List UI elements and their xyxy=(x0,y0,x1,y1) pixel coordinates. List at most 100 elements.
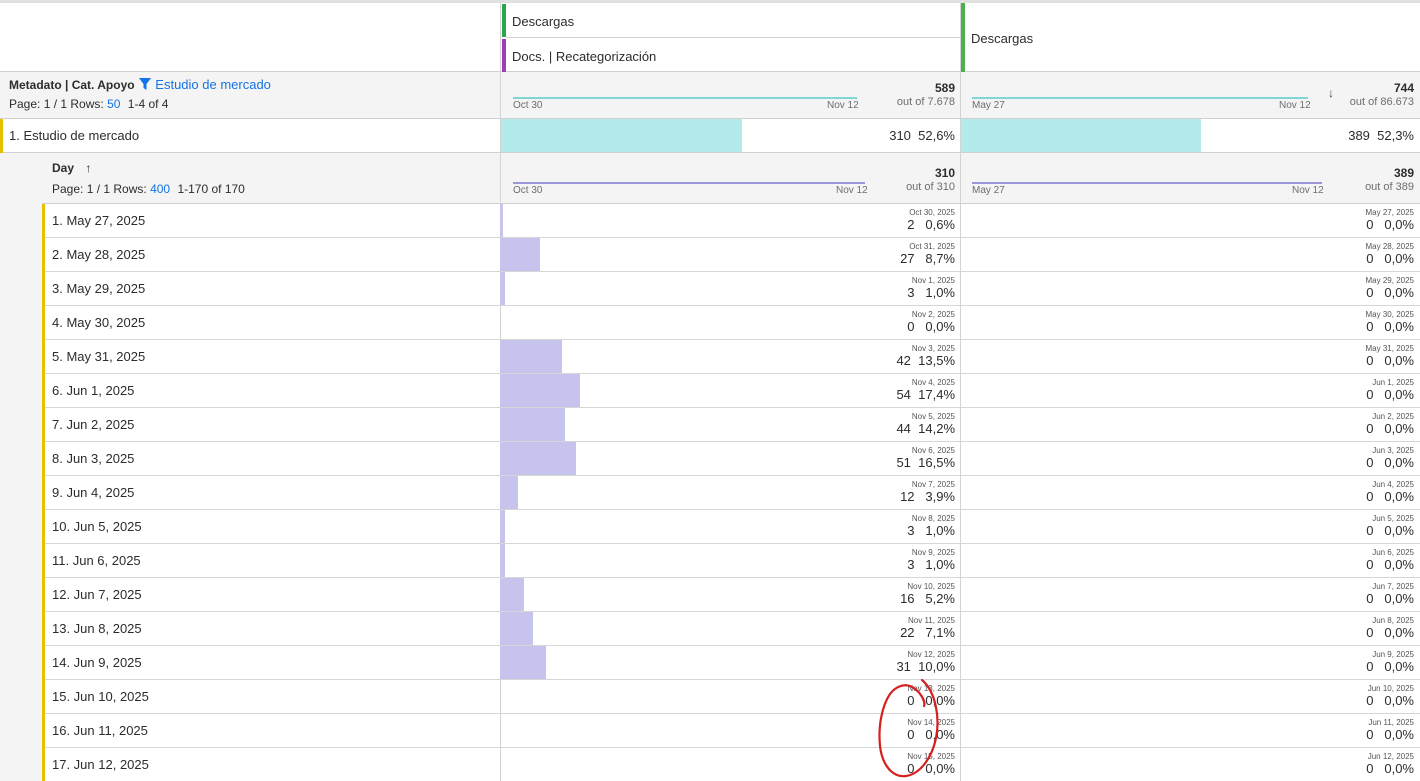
column-divider xyxy=(960,476,961,510)
cell-value: 0 0,0% xyxy=(1366,761,1414,776)
cell-date: Jun 8, 2025 xyxy=(1372,616,1414,625)
column-header: ⋮ Descargas ⋮ Docs. | Recategorización ⋮… xyxy=(0,0,1420,72)
cell-value: 0 0,0% xyxy=(1366,319,1414,334)
cell-value: 0 0,0% xyxy=(1366,659,1414,674)
row-label[interactable]: 12. Jun 7, 2025 xyxy=(52,587,142,602)
table-row[interactable]: 13. Jun 8, 2025 Nov 11, 2025 22 7,1% Jun 8,… xyxy=(42,612,1420,646)
sparkline-start-date: Oct 30 xyxy=(513,100,543,111)
row-label[interactable]: 5. May 31, 2025 xyxy=(52,349,145,364)
metric-header-descargas-2[interactable]: Descargas xyxy=(971,31,1033,46)
percent-bar xyxy=(500,408,565,441)
rows-per-page-select[interactable]: 400 xyxy=(150,182,170,196)
row-accent xyxy=(42,612,45,646)
row-label[interactable]: 9. Jun 4, 2025 xyxy=(52,485,134,500)
sparkline-start-date: Oct 30 xyxy=(513,185,543,196)
cell-date: Nov 12, 2025 xyxy=(907,650,955,659)
row-accent xyxy=(42,680,45,714)
table-row[interactable]: 7. Jun 2, 2025 Nov 5, 2025 44 14,2% Jun 2, … xyxy=(42,408,1420,442)
table-row[interactable]: 17. Jun 12, 2025 Nov 15, 2025 0 0,0% Jun 12… xyxy=(42,748,1420,781)
cell-value: 0 0,0% xyxy=(1366,557,1414,572)
pagination-info: Page: 1 / 1 Rows: 400 1-170 of 170 xyxy=(52,182,245,196)
table-row[interactable]: 1. May 27, 2025 Oct 30, 2025 2 0,6% May 27,… xyxy=(42,204,1420,238)
row-label[interactable]: 7. Jun 2, 2025 xyxy=(52,417,134,432)
cell-value: 3 1,0% xyxy=(907,523,955,538)
cell-value: 27 8,7% xyxy=(900,251,955,266)
cell-date: Jun 6, 2025 xyxy=(1372,548,1414,557)
cell-date: Nov 14, 2025 xyxy=(907,718,955,727)
cell-value: 0 0,0% xyxy=(1366,591,1414,606)
metric-header-descargas-1[interactable]: Descargas xyxy=(512,14,574,29)
trend-sparkline xyxy=(513,182,865,184)
cell-value: 3 1,0% xyxy=(907,285,955,300)
cell-value: 0 0,0% xyxy=(907,761,955,776)
breakdown-title[interactable]: Day ↑ xyxy=(52,161,91,175)
segment-header-recategorizacion[interactable]: Docs. | Recategorización xyxy=(512,49,656,64)
cell-date: Nov 8, 2025 xyxy=(911,514,955,523)
table-row[interactable]: 6. Jun 1, 2025 Nov 4, 2025 54 17,4% Jun 1, … xyxy=(42,374,1420,408)
table-row[interactable]: 10. Jun 5, 2025 Nov 8, 2025 3 1,0% Jun 5, 2… xyxy=(42,510,1420,544)
cell-value: 22 7,1% xyxy=(900,625,955,640)
cell-date: Nov 5, 2025 xyxy=(911,412,955,421)
arrow-down-icon[interactable]: ↓ xyxy=(1328,86,1334,100)
sparkline-end-date: Nov 12 xyxy=(827,100,859,111)
table-row[interactable]: 2. May 28, 2025 Oct 31, 2025 27 8,7% May 28… xyxy=(42,238,1420,272)
row-label[interactable]: 15. Jun 10, 2025 xyxy=(52,689,149,704)
cell-value: 3 1,0% xyxy=(907,557,955,572)
column-divider xyxy=(960,272,961,306)
filter-label[interactable]: Estudio de mercado xyxy=(155,77,271,92)
row-label[interactable]: 16. Jun 11, 2025 xyxy=(52,723,148,738)
table-row-estudio-de-mercado[interactable]: 1. Estudio de mercado 310 52,6% 389 52,3… xyxy=(0,119,1420,153)
column-divider xyxy=(500,714,501,748)
row-label[interactable]: 3. May 29, 2025 xyxy=(52,281,145,296)
column-divider xyxy=(960,544,961,578)
row-label[interactable]: 1. Estudio de mercado xyxy=(9,128,139,143)
column-divider xyxy=(960,442,961,476)
cell-value: 0 0,0% xyxy=(907,693,955,708)
table-row[interactable]: 12. Jun 7, 2025 Nov 10, 2025 16 5,2% Jun 7,… xyxy=(42,578,1420,612)
row-label[interactable]: 1. May 27, 2025 xyxy=(52,213,145,228)
page-text: Page: 1 / 1 xyxy=(52,182,111,196)
table-row[interactable]: 14. Jun 9, 2025 Nov 12, 2025 31 10,0% Jun 9… xyxy=(42,646,1420,680)
table-row[interactable]: 11. Jun 6, 2025 Nov 9, 2025 3 1,0% Jun 6, 2… xyxy=(42,544,1420,578)
cell-date: Nov 7, 2025 xyxy=(911,480,955,489)
row-label[interactable]: 8. Jun 3, 2025 xyxy=(52,451,134,466)
column-divider xyxy=(960,306,961,340)
metric-color-handle[interactable]: ⋮ xyxy=(502,4,510,37)
cell-value: 0 0,0% xyxy=(1366,693,1414,708)
cell-value: 0 0,0% xyxy=(1366,523,1414,538)
table-row[interactable]: 3. May 29, 2025 Nov 1, 2025 3 1,0% May 29, … xyxy=(42,272,1420,306)
table-row[interactable]: 4. May 30, 2025 Nov 2, 2025 0 0,0% May 30, … xyxy=(42,306,1420,340)
table-row[interactable]: 15. Jun 10, 2025 Nov 13, 2025 0 0,0% Jun 10… xyxy=(42,680,1420,714)
segment-color-handle[interactable]: ⋮ xyxy=(502,39,510,72)
trend-sparkline xyxy=(972,97,1308,99)
breakdown-title-text: Day xyxy=(52,161,75,175)
table-row[interactable]: 8. Jun 3, 2025 Nov 6, 2025 51 16,5% Jun 3, … xyxy=(42,442,1420,476)
row-accent xyxy=(42,714,45,748)
dimension-title-group: Metadato | Cat. Apoyo Estudio de mercado xyxy=(9,77,271,92)
arrow-up-icon[interactable]: ↑ xyxy=(85,161,91,175)
row-label[interactable]: 2. May 28, 2025 xyxy=(52,247,145,262)
row-accent xyxy=(42,408,45,442)
column-divider xyxy=(960,204,961,238)
cell-value: 0 0,0% xyxy=(1366,489,1414,504)
cell-date: Oct 30, 2025 xyxy=(909,208,955,217)
row-label[interactable]: 4. May 30, 2025 xyxy=(52,315,145,330)
row-label[interactable]: 14. Jun 9, 2025 xyxy=(52,655,142,670)
row-label[interactable]: 13. Jun 8, 2025 xyxy=(52,621,142,636)
cell-date: Nov 1, 2025 xyxy=(911,276,955,285)
dimension-title[interactable]: Metadato | Cat. Apoyo xyxy=(9,78,135,92)
table-row[interactable]: 5. May 31, 2025 Nov 3, 2025 42 13,5% May 31… xyxy=(42,340,1420,374)
table-row[interactable]: 9. Jun 4, 2025 Nov 7, 2025 12 3,9% Jun 4, 2… xyxy=(42,476,1420,510)
metric-color-handle[interactable]: ⋮ xyxy=(961,3,969,72)
percent-bar xyxy=(500,510,505,543)
table-row[interactable]: 16. Jun 11, 2025 Nov 14, 2025 0 0,0% Jun 11… xyxy=(42,714,1420,748)
row-label[interactable]: 11. Jun 6, 2025 xyxy=(52,553,141,568)
percent-bar xyxy=(500,442,576,475)
rows-per-page-select[interactable]: 50 xyxy=(107,97,120,111)
row-accent xyxy=(42,578,45,612)
row-label[interactable]: 17. Jun 12, 2025 xyxy=(52,757,149,772)
column-total-out-of: out of 7.678 xyxy=(896,96,955,108)
row-label[interactable]: 6. Jun 1, 2025 xyxy=(52,383,134,398)
cell-date: Nov 3, 2025 xyxy=(911,344,955,353)
row-label[interactable]: 10. Jun 5, 2025 xyxy=(52,519,142,534)
